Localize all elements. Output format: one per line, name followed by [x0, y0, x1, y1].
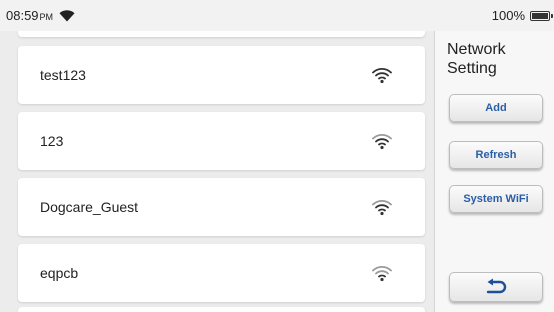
wifi-signal-icon	[372, 200, 392, 216]
refresh-button[interactable]: Refresh	[449, 141, 543, 169]
network-list[interactable]: test123 123 Dogcare_Guest eqpcb	[0, 31, 434, 312]
system-wifi-button[interactable]: System WiFi	[449, 185, 543, 213]
network-name: Dogcare_Guest	[40, 199, 139, 215]
network-name: eqpcb	[40, 265, 79, 281]
network-item-dogcare-guest[interactable]: Dogcare_Guest	[18, 178, 425, 236]
add-button[interactable]: Add	[449, 94, 543, 122]
network-setting-panel: Network Setting Add Refresh System WiFi	[434, 31, 554, 312]
partial-list-item	[18, 31, 425, 37]
network-name: test123	[40, 67, 86, 83]
status-bar: 08:59PM 100%	[0, 0, 554, 31]
wifi-signal-icon	[372, 134, 392, 150]
status-ampm: PM	[39, 12, 54, 22]
battery-fill	[532, 12, 548, 19]
back-button[interactable]	[449, 272, 543, 302]
wifi-signal-icon	[372, 68, 392, 84]
network-item-123[interactable]: 123	[18, 112, 425, 170]
battery-icon	[530, 10, 553, 21]
status-time: 08:59	[6, 8, 39, 23]
network-item-eqpcb[interactable]: eqpcb	[18, 244, 425, 302]
network-item-test123[interactable]: test123	[18, 46, 425, 104]
partial-list-item	[18, 307, 425, 312]
network-name: 123	[40, 133, 64, 149]
panel-title: Network Setting	[447, 41, 506, 77]
wifi-icon	[59, 9, 75, 21]
battery-percent: 100%	[491, 8, 525, 23]
status-right: 100%	[491, 8, 553, 23]
status-time-group: 08:59PM	[6, 8, 53, 23]
status-left: 08:59PM	[6, 8, 75, 23]
return-arrow-icon	[486, 278, 507, 294]
wifi-signal-icon	[372, 266, 392, 282]
